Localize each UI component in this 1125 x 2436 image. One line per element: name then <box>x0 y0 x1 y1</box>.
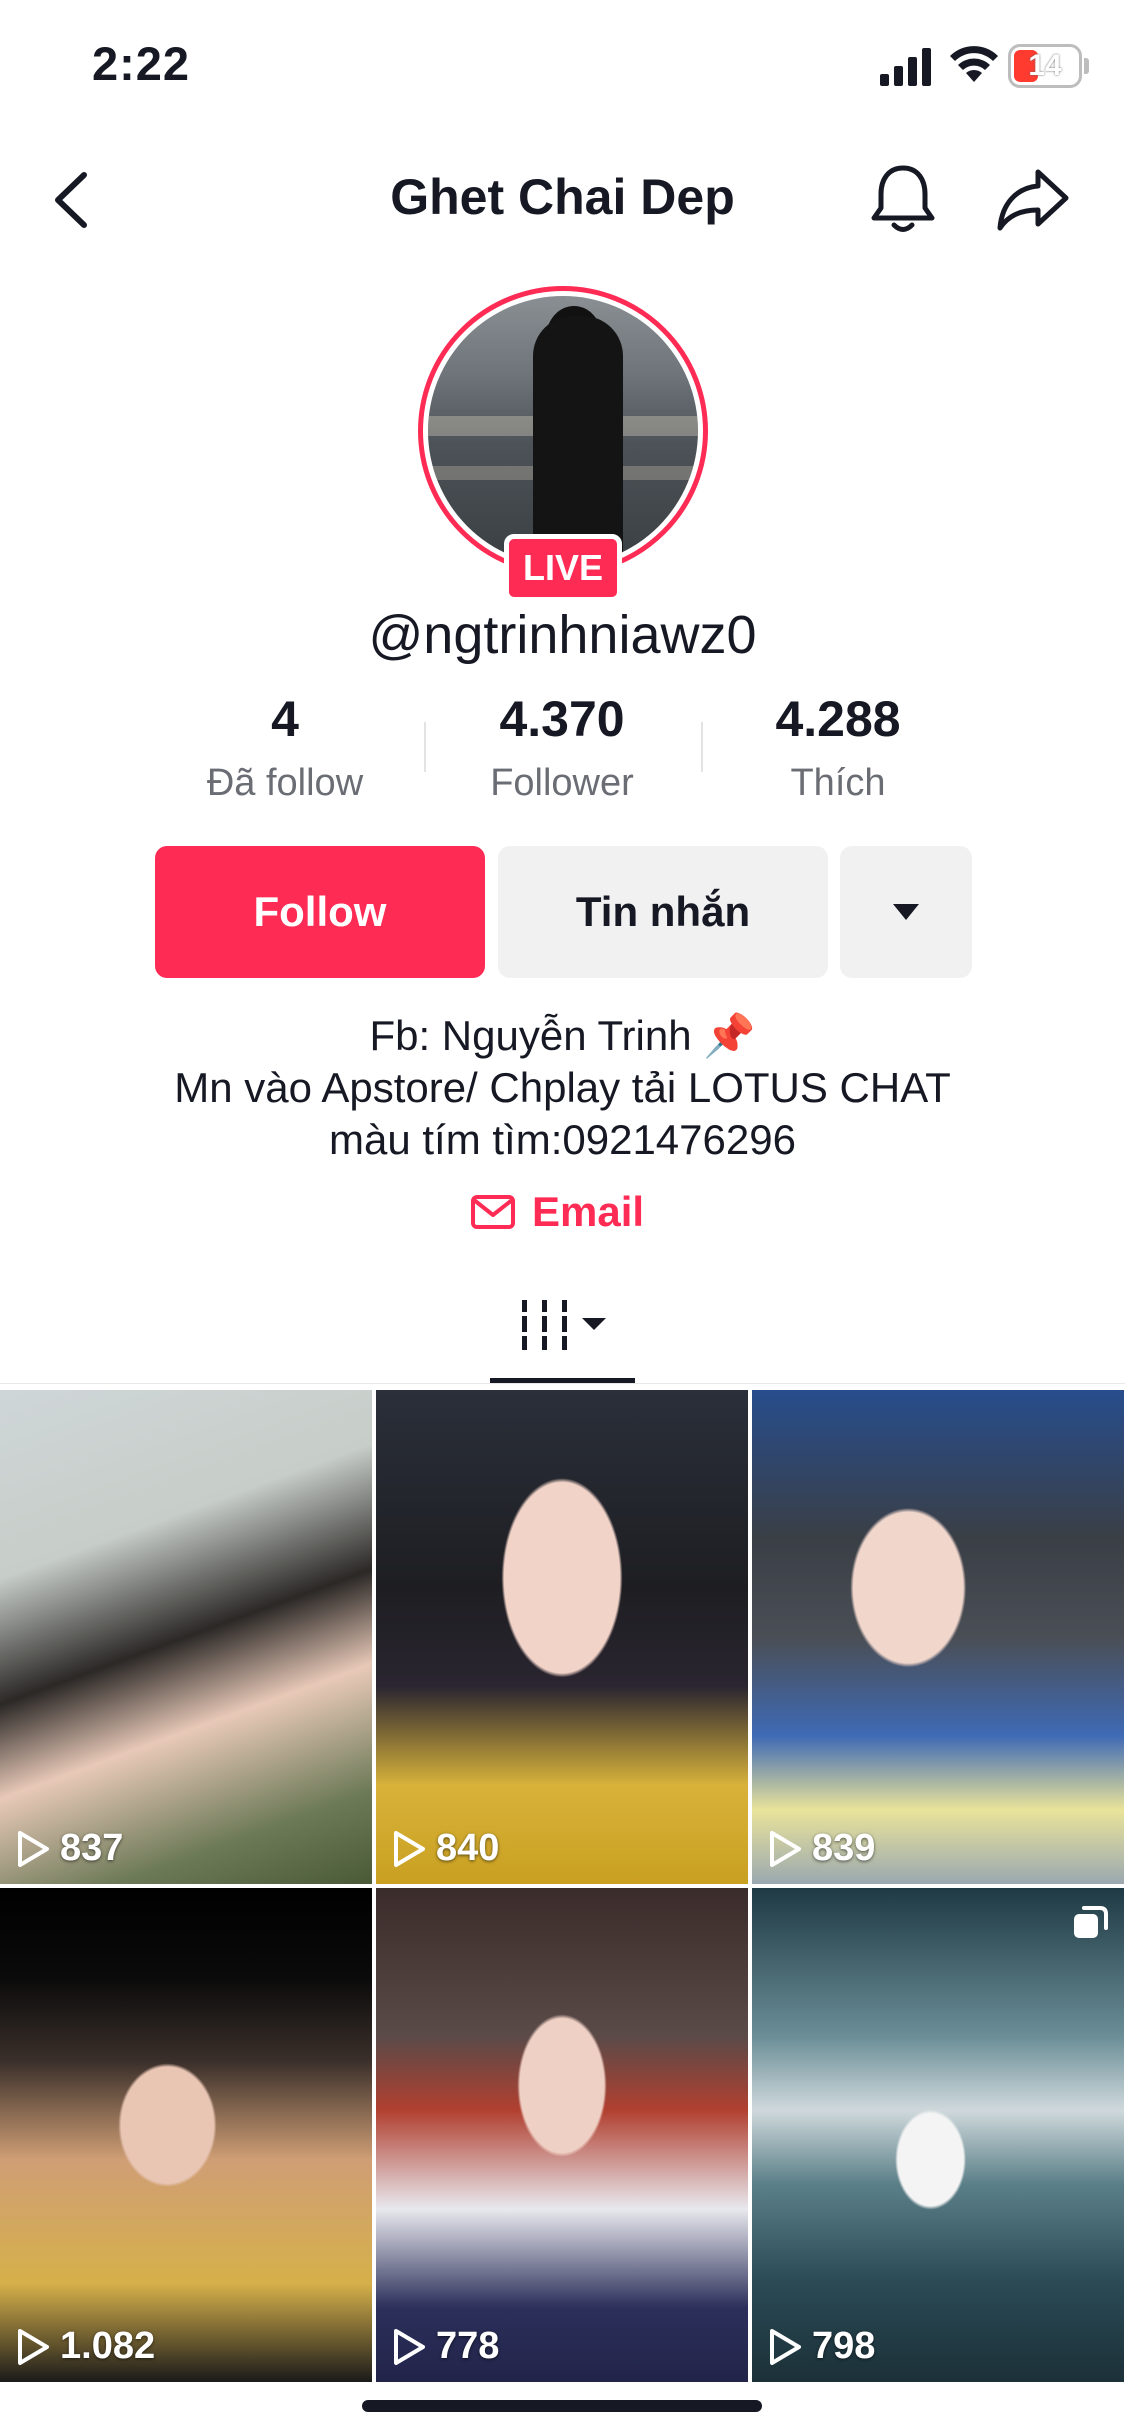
email-label: Email <box>532 1188 645 1235</box>
video-thumbnail[interactable]: 837 <box>0 1390 372 1884</box>
view-count-text: 840 <box>436 1827 500 1869</box>
followers-label: Follower <box>490 762 634 804</box>
likes-count: 4.288 <box>775 691 901 747</box>
video-thumbnail[interactable]: 778 <box>376 1888 748 2382</box>
view-count-text: 778 <box>436 2325 500 2367</box>
multi-photo-icon <box>1074 1906 1108 1938</box>
chevron-left-icon[interactable] <box>48 165 96 235</box>
caret-down-icon <box>893 904 919 920</box>
view-count-text: 837 <box>60 1827 124 1869</box>
view-count-text: 798 <box>812 2325 876 2367</box>
follow-button[interactable]: Follow <box>155 846 485 978</box>
likes-label: Thích <box>790 762 886 804</box>
cellular-signal-icon <box>880 48 931 86</box>
tab-divider <box>0 1383 1125 1384</box>
video-thumbnail[interactable]: 798 <box>752 1888 1124 2382</box>
play-icon <box>770 1830 801 1867</box>
video-thumbnail[interactable]: 1.082 <box>0 1888 372 2382</box>
message-button[interactable]: Tin nhắn <box>498 846 828 978</box>
play-icon <box>770 2328 801 2365</box>
play-icon <box>394 2328 425 2365</box>
bell-icon[interactable] <box>868 162 938 236</box>
battery-icon: 14 <box>1008 44 1082 88</box>
bio-line: màu tím tìm:0921476296 <box>329 1116 796 1163</box>
following-label: Đã follow <box>206 762 364 804</box>
videos-grid-tab-icon[interactable] <box>520 1298 610 1354</box>
play-icon <box>18 2328 49 2365</box>
page-title: Ghet Chai Dep <box>390 169 735 225</box>
battery-cap <box>1084 58 1089 74</box>
view-count: 798 <box>768 2325 875 2368</box>
username: @ngtrinhniawz0 <box>368 605 757 665</box>
stat-likes[interactable]: 4.288 Thích <box>718 690 958 805</box>
live-badge[interactable]: LIVE <box>504 534 622 602</box>
view-count: 840 <box>392 1827 499 1870</box>
play-icon <box>394 1830 425 1867</box>
home-indicator[interactable] <box>362 2400 762 2412</box>
view-count: 839 <box>768 1827 875 1870</box>
status-time: 2:22 <box>92 37 191 90</box>
view-count: 1.082 <box>16 2325 155 2368</box>
video-thumbnail[interactable]: 839 <box>752 1390 1124 1884</box>
share-arrow-icon[interactable] <box>996 166 1070 232</box>
followers-count: 4.370 <box>499 691 625 747</box>
mail-icon <box>471 1195 515 1229</box>
wifi-icon <box>950 46 998 82</box>
bio-line: Fb: Nguyễn Trinh 📌 <box>369 1012 756 1059</box>
view-count-text: 839 <box>812 1827 876 1869</box>
stat-divider <box>701 722 703 772</box>
battery-level: 14 <box>1028 49 1062 82</box>
email-link[interactable]: Email <box>470 1182 644 1242</box>
stat-following[interactable]: 4 Đã follow <box>165 690 405 805</box>
following-count: 4 <box>271 691 299 747</box>
stat-followers[interactable]: 4.370 Follower <box>442 690 682 805</box>
bio-line: Mn vào Apstore/ Chplay tải LOTUS CHAT <box>174 1064 951 1111</box>
stat-divider <box>424 722 426 772</box>
avatar[interactable] <box>428 296 698 566</box>
more-options-button[interactable] <box>840 846 972 978</box>
play-icon <box>18 1830 49 1867</box>
view-count-text: 1.082 <box>60 2325 156 2367</box>
view-count: 778 <box>392 2325 499 2368</box>
view-count: 837 <box>16 1827 123 1870</box>
video-thumbnail[interactable]: 840 <box>376 1390 748 1884</box>
